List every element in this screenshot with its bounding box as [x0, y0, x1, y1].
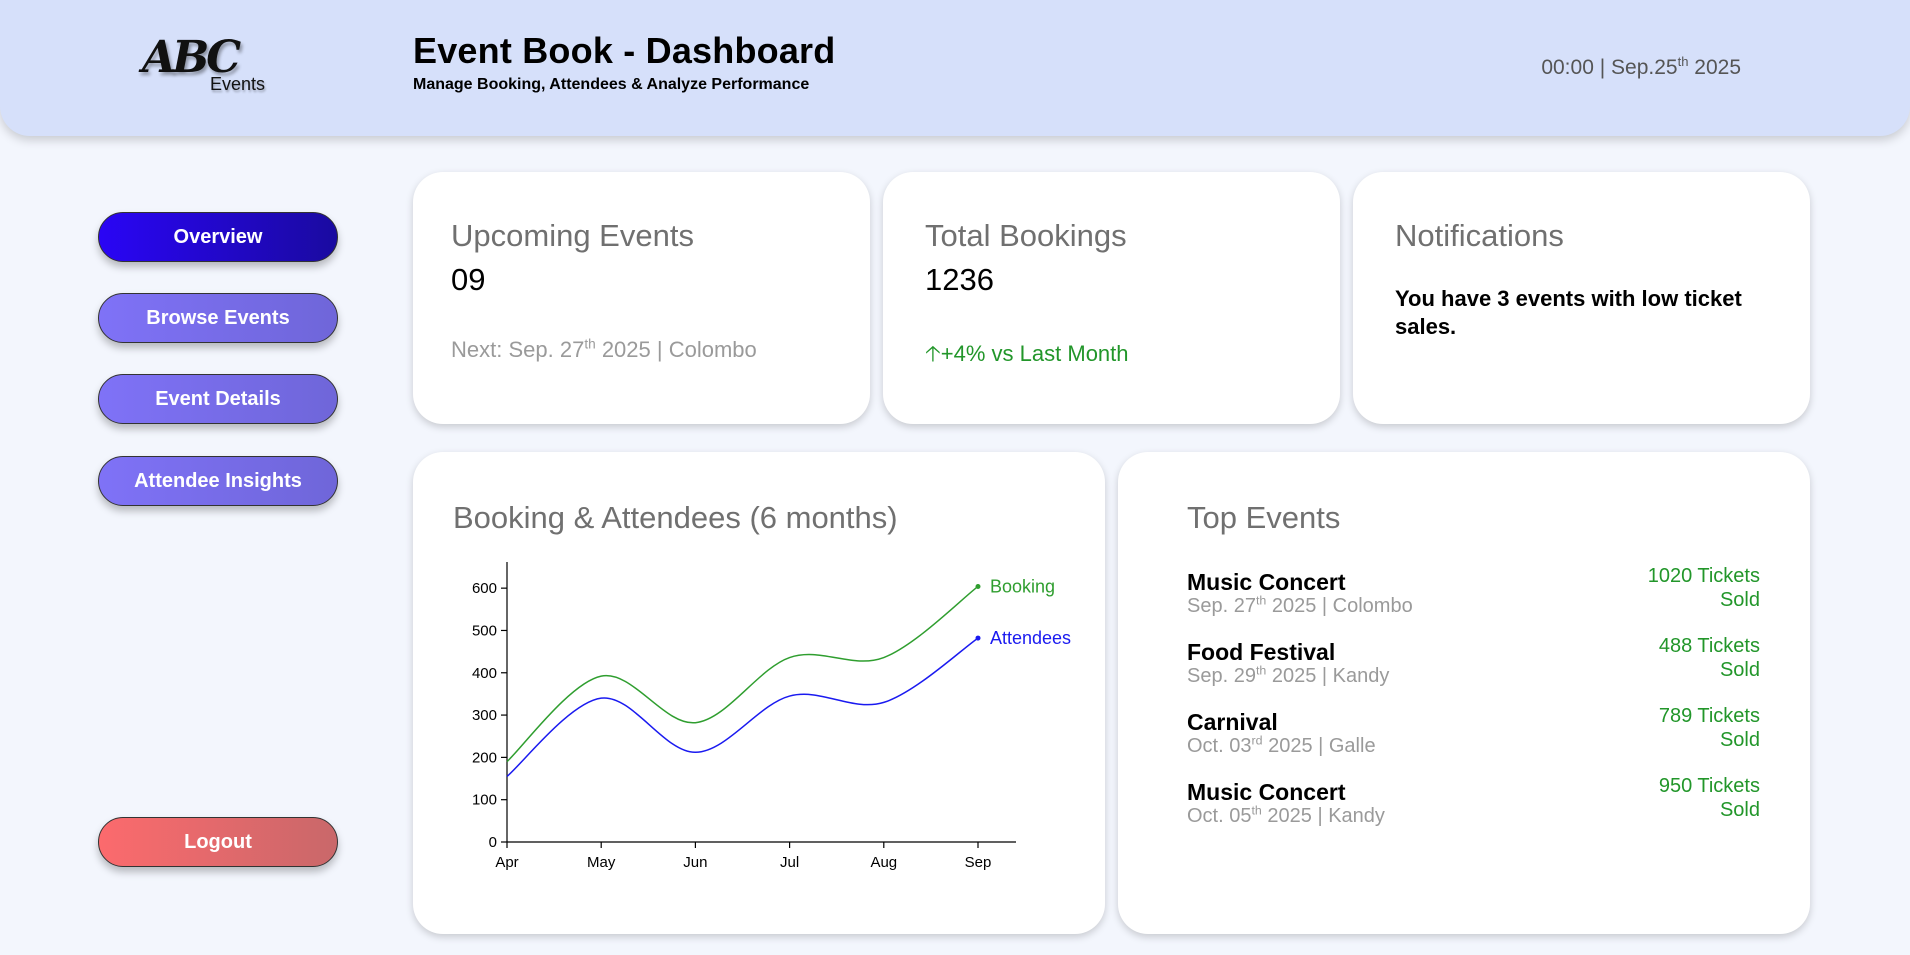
- top-events-title: Top Events: [1187, 500, 1341, 535]
- event-date-suffix: th: [1251, 803, 1262, 818]
- event-date-suffix: th: [1255, 663, 1267, 678]
- page-title: Event Book - Dashboard: [413, 30, 836, 71]
- tickets-sold-label: Sold: [1719, 589, 1760, 611]
- event-date-suffix: th: [1255, 593, 1267, 608]
- booking-attendees-chart: 0 100 200 300 400 500 600 Apr May Jun Jul Aug Sep Boo…: [472, 562, 1071, 871]
- x-tick-label: Jul: [780, 854, 799, 871]
- clock-date: Sep.25: [1611, 56, 1678, 79]
- attendees-series-line: [506, 637, 979, 777]
- event-tickets-sold: 950 Tickets Sold: [1620, 774, 1760, 822]
- event-date: Sep. 27: [1187, 595, 1256, 617]
- notification-message: You have 3 events with low ticket sales.: [1395, 286, 1742, 339]
- tickets-count: 1020 Tickets: [1647, 565, 1760, 587]
- tickets-count: 488 Tickets: [1658, 635, 1760, 657]
- event-name: Carnival: [1187, 709, 1278, 735]
- event-name: Music Concert: [1187, 569, 1346, 595]
- notifications-card[interactable]: Notifications You have 3 events with low…: [1353, 172, 1810, 424]
- event-date: Oct. 03: [1187, 735, 1252, 757]
- clock-date-suffix: th: [1677, 54, 1689, 69]
- arrow-up-icon: 🡡: [925, 341, 941, 366]
- top-event-row[interactable]: Carnival Oct. 03rd 2025 | Galle 789 Tick…: [1187, 705, 1760, 769]
- booking-end-point: [975, 583, 981, 589]
- event-date-location: Sep. 29th 2025 | Kandy: [1187, 663, 1390, 688]
- notifications-title: Notifications: [1395, 218, 1564, 253]
- x-tick-label: Jun: [683, 854, 707, 871]
- logout-button[interactable]: Logout: [98, 817, 338, 867]
- upcoming-events-title: Upcoming Events: [451, 218, 694, 253]
- event-date-location: Sep. 27th 2025 | Colombo: [1187, 593, 1413, 618]
- booking-attendees-chart-card: Booking & Attendees (6 months) 0 100 200 30…: [413, 452, 1105, 934]
- clock-year: 2025: [1694, 56, 1741, 79]
- top-events-card: Top Events Music Concert Sep. 27th 2025 …: [1118, 452, 1810, 934]
- top-event-row[interactable]: Music Concert Sep. 27th 2025 | Colombo 1…: [1187, 565, 1760, 629]
- logo-subtext: Events: [210, 74, 266, 94]
- abc-events-logo[interactable]: ABC Events: [140, 32, 280, 102]
- attendees-series-label: Attendees: [990, 628, 1071, 648]
- event-tickets-sold: 1020 Tickets Sold: [1620, 564, 1760, 612]
- event-tickets-sold: 789 Tickets Sold: [1620, 704, 1760, 752]
- booking-series-label: Booking: [990, 576, 1055, 596]
- clock-time: 00:00: [1541, 56, 1594, 79]
- event-date-location: Oct. 05th 2025 | Kandy: [1187, 803, 1385, 828]
- date-time-display: 00:00 | Sep.25th 2025: [1541, 54, 1741, 79]
- x-tick-label: Sep: [965, 854, 992, 871]
- tickets-sold-label: Sold: [1719, 729, 1760, 751]
- top-header: ABC Events Event Book - Dashboard Manage…: [0, 0, 1910, 136]
- event-date-suffix: rd: [1251, 733, 1263, 748]
- event-location: 2025 | Kandy: [1271, 665, 1390, 687]
- booking-series-line: [506, 585, 979, 763]
- nav-browse-events-button[interactable]: Browse Events: [98, 293, 338, 343]
- event-date: Sep. 29: [1187, 665, 1256, 687]
- tickets-count: 789 Tickets: [1658, 705, 1760, 727]
- next-event-date-suffix: th: [584, 336, 596, 352]
- event-date: Oct. 05: [1187, 805, 1252, 827]
- y-tick-label: 0: [489, 834, 497, 851]
- next-event-info: Next: Sep. 27th 2025 | Colombo: [451, 337, 757, 363]
- total-bookings-card[interactable]: Total Bookings 1236 🡡+4% vs Last Month: [883, 172, 1340, 424]
- x-tick-label: May: [587, 854, 616, 871]
- next-event-date: Next: Sep. 27: [451, 337, 585, 362]
- y-tick-label: 500: [472, 622, 497, 639]
- y-tick-label: 400: [472, 665, 497, 682]
- bookings-change-text: +4% vs Last Month: [940, 341, 1129, 366]
- y-tick-label: 600: [472, 580, 497, 597]
- tickets-count: 950 Tickets: [1658, 775, 1760, 797]
- nav-attendee-insights-button[interactable]: Attendee Insights: [98, 456, 338, 506]
- total-bookings-title: Total Bookings: [925, 218, 1127, 253]
- page-title-block: Event Book - Dashboard Manage Booking, A…: [413, 30, 835, 94]
- upcoming-events-count: 09: [451, 262, 486, 297]
- tickets-sold-label: Sold: [1719, 659, 1760, 681]
- upcoming-events-card[interactable]: Upcoming Events 09 Next: Sep. 27th 2025 …: [413, 172, 870, 424]
- event-date-location: Oct. 03rd 2025 | Galle: [1187, 733, 1376, 758]
- event-name: Music Concert: [1187, 779, 1346, 805]
- x-tick-label: Apr: [495, 854, 518, 871]
- page-subtitle: Manage Booking, Attendees & Analyze Perf…: [413, 76, 810, 93]
- next-event-location: 2025 | Colombo: [601, 337, 757, 362]
- bookings-change: 🡡+4% vs Last Month: [925, 337, 1129, 375]
- event-name: Food Festival: [1187, 639, 1336, 665]
- total-bookings-count: 1236: [925, 262, 994, 297]
- event-tickets-sold: 488 Tickets Sold: [1620, 634, 1760, 682]
- event-location: 2025 | Colombo: [1271, 595, 1413, 617]
- y-tick-label: 300: [472, 707, 497, 724]
- y-tick-label: 200: [472, 749, 497, 766]
- nav-overview-button[interactable]: Overview: [98, 212, 338, 262]
- top-event-row[interactable]: Music Concert Oct. 05th 2025 | Kandy 950…: [1187, 775, 1760, 839]
- x-tick-label: Aug: [870, 854, 897, 871]
- nav-event-details-button[interactable]: Event Details: [98, 374, 338, 424]
- top-event-row[interactable]: Food Festival Sep. 29th 2025 | Kandy 488…: [1187, 635, 1760, 699]
- y-tick-label: 100: [472, 792, 497, 809]
- event-location: 2025 | Galle: [1268, 735, 1376, 757]
- event-location: 2025 | Kandy: [1267, 805, 1385, 827]
- attendees-end-point: [975, 635, 981, 641]
- tickets-sold-label: Sold: [1719, 799, 1760, 821]
